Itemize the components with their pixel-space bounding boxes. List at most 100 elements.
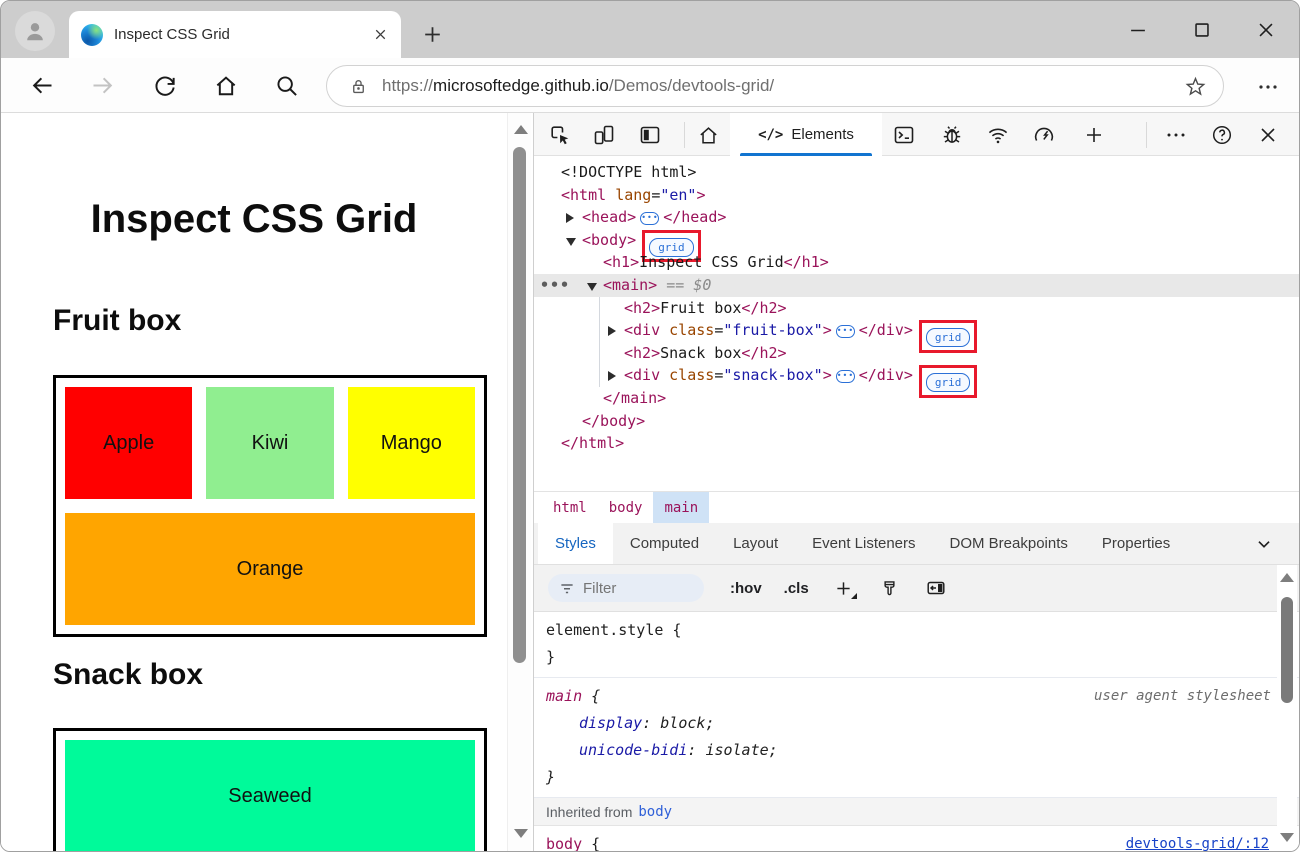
dom-token: = [651,186,660,204]
dom-tree-row[interactable]: <body>grid [534,229,1299,252]
add-tool-icon[interactable] [1082,123,1106,147]
address-bar[interactable]: https://microsoftedge.github.io/Demos/de… [326,65,1224,107]
console-icon[interactable] [892,123,916,147]
collapse-arrow-icon[interactable] [608,326,616,336]
style-rule-body[interactable]: devtools-grid/:12body { margin: 2em; [534,826,1299,852]
styles-scrollbar-thumb[interactable] [1281,597,1293,703]
expand-inline-icon[interactable]: ••• [836,370,855,383]
browser-window: Inspect CSS Grid [0,0,1300,852]
dom-tree-row[interactable]: <div class="snack-box">•••</div>grid [534,364,1299,387]
scroll-up-arrow-icon[interactable] [514,125,528,134]
dom-tree-row[interactable]: <!DOCTYPE html> [534,161,1299,184]
chevron-down-icon[interactable] [1253,533,1275,555]
filter-icon [558,579,576,597]
tab-close-icon[interactable] [372,26,389,43]
inherited-from-link[interactable]: body [638,804,672,820]
css-property[interactable]: unicode-bidi: isolate; [546,737,1285,764]
stylesheet-source-link[interactable]: devtools-grid/:12 [1126,831,1269,852]
rule-selector: element.style [546,621,663,639]
grid-cell-kiwi: Kiwi [206,387,333,499]
dom-tree-row[interactable]: </main> [534,387,1299,410]
page-heading: Inspect CSS Grid [1,197,507,242]
dom-tree-row[interactable]: <h1>Inspect CSS Grid</h1> [534,251,1299,274]
back-button[interactable] [29,72,56,99]
scroll-down-arrow-icon[interactable] [514,829,528,838]
devtools-home-icon[interactable] [696,123,720,147]
dom-tree-row[interactable]: <h2>Snack box</h2> [534,342,1299,365]
breadcrumb-item-html[interactable]: html [542,492,598,523]
tab-computed[interactable]: Computed [613,523,716,564]
browser-menu-button[interactable] [1255,74,1281,100]
debug-bug-icon[interactable] [940,123,964,147]
dom-token: </h2> [741,344,786,362]
tab-event-listeners[interactable]: Event Listeners [795,523,932,564]
paint-brush-icon[interactable] [879,577,901,599]
dom-token: Inspect CSS Grid [639,253,784,271]
inspect-element-icon[interactable] [548,123,572,147]
dom-tree-row[interactable]: </body> [534,410,1299,433]
tab-dom-breakpoints[interactable]: DOM Breakpoints [933,523,1085,564]
edge-logo-icon [81,24,103,46]
tab-properties[interactable]: Properties [1085,523,1187,564]
dom-token: </html> [561,434,624,452]
style-rule-main[interactable]: user agent stylesheetmain { display: blo… [534,678,1299,798]
dom-tree-row[interactable]: </html> [534,432,1299,455]
filter-input[interactable] [583,580,693,597]
css-property[interactable]: display: block; [546,710,1285,737]
scroll-up-arrow-icon[interactable] [1280,573,1294,582]
dock-side-icon[interactable] [638,123,662,147]
tab-elements[interactable]: </> Elements [730,113,882,156]
expand-arrow-icon[interactable] [587,283,597,291]
new-style-rule-icon[interactable] [833,577,855,599]
expand-inline-icon[interactable]: ••• [836,325,855,338]
dom-tree-row-selected[interactable]: •••<main> == $0 [534,274,1299,297]
collapse-arrow-icon[interactable] [566,213,574,223]
page-scrollbar-thumb[interactable] [513,147,526,663]
row-menu-dots-icon[interactable]: ••• [540,274,570,297]
breadcrumb-item-main[interactable]: main [653,492,709,523]
dom-tree-row[interactable]: <h2>Fruit box</h2> [534,297,1299,320]
page-scrollbar[interactable] [507,113,531,852]
forward-button[interactable] [89,72,116,99]
favorite-star-icon[interactable] [1184,75,1207,98]
network-wifi-icon[interactable] [986,123,1010,147]
expand-arrow-icon[interactable] [566,238,576,246]
pseudo-state-toggle[interactable]: :hov [730,580,762,597]
window-minimize-button[interactable] [1127,19,1149,41]
style-rule-element[interactable]: element.style { } [534,612,1299,678]
dom-token: <head> [582,208,636,226]
dom-token: == [657,276,693,294]
device-emulation-icon[interactable] [592,123,616,147]
grid-cell-mango: Mango [348,387,475,499]
scroll-down-arrow-icon[interactable] [1280,833,1294,842]
devtools-toolbar: </> Elements [534,113,1299,156]
search-button[interactable] [273,72,300,99]
browser-tab[interactable]: Inspect CSS Grid [69,11,401,58]
styles-scrollbar[interactable] [1277,565,1297,852]
window-maximize-button[interactable] [1191,19,1213,41]
tab-layout[interactable]: Layout [716,523,795,564]
toggle-sidebar-icon[interactable] [925,577,947,599]
breadcrumb-item-body[interactable]: body [598,492,654,523]
tab-styles[interactable]: Styles [538,523,613,564]
dom-tree-row[interactable]: <head>•••</head> [534,206,1299,229]
window-close-button[interactable] [1255,19,1277,41]
dom-token: <div [624,321,669,339]
new-tab-button[interactable] [417,19,447,49]
dom-token: <html [561,186,615,204]
expand-inline-icon[interactable]: ••• [640,212,659,225]
styles-filter-field[interactable] [548,574,704,602]
element-class-toggle[interactable]: .cls [784,580,809,597]
home-button[interactable] [212,72,239,99]
code-brackets-icon: </> [758,127,783,143]
performance-gauge-icon[interactable] [1032,123,1056,147]
dom-tree-row[interactable]: <html lang="en"> [534,184,1299,207]
reload-button[interactable] [151,72,178,99]
dom-tree-row[interactable]: <div class="fruit-box">•••</div>grid [534,319,1299,342]
navigation-bar: https://microsoftedge.github.io/Demos/de… [1,58,1299,113]
close-devtools-icon[interactable] [1256,123,1280,147]
more-tools-icon[interactable] [1164,123,1188,147]
profile-avatar[interactable] [15,11,55,51]
help-icon[interactable] [1210,123,1234,147]
collapse-arrow-icon[interactable] [608,371,616,381]
